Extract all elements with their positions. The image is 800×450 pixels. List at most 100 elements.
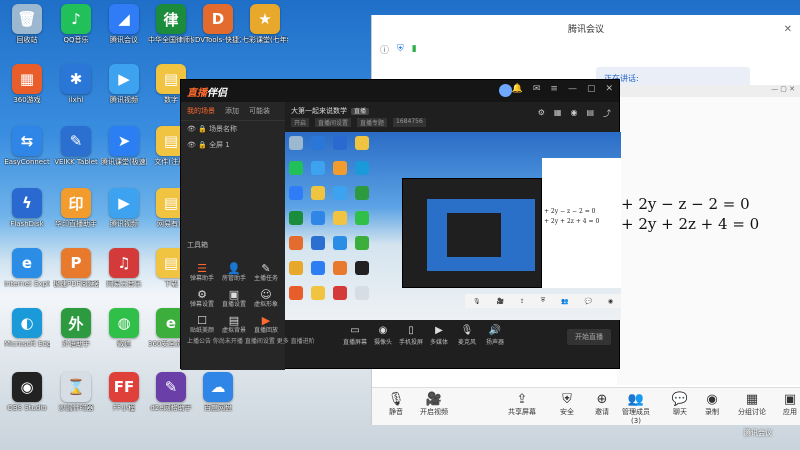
desktop-icon[interactable]: ▶ 腾讯视频 bbox=[101, 188, 147, 228]
toolbar-icon: ▣ bbox=[783, 392, 797, 407]
toolbox-item[interactable]: ▶ 直播回放 bbox=[251, 314, 281, 335]
minimize-icon[interactable]: — bbox=[568, 84, 577, 94]
preview-meeting-toolbar: 🎙 🎥 ⇪ ⛨ 👥 💬 ◉ bbox=[465, 294, 621, 308]
desktop-icon[interactable]: 外外语助手 bbox=[53, 308, 99, 348]
close-icon[interactable]: ✕ bbox=[605, 84, 613, 94]
meeting-toolbar-button[interactable]: 👥 管理成员(3) bbox=[618, 392, 654, 426]
source-icon: 🎙 bbox=[460, 324, 474, 336]
meeting-toolbar-button[interactable]: ▣ 应用 bbox=[772, 392, 800, 417]
source-icon: ◉ bbox=[378, 324, 388, 336]
toolbox-item[interactable]: 👤 房管助手 bbox=[219, 262, 249, 283]
desktop-icon-label: 腾讯会议 bbox=[110, 36, 138, 44]
desktop-icon-label: 360游戏 bbox=[13, 96, 41, 104]
preview-app-icon bbox=[289, 236, 303, 250]
toolbox-item[interactable]: ▣ 直播设置 bbox=[219, 288, 249, 309]
desktop-icon[interactable]: ▶ 腾讯视频 bbox=[101, 64, 147, 104]
desktop-icon-label: 腾讯视频 bbox=[110, 96, 138, 104]
menu-icon[interactable]: ≡ bbox=[550, 84, 558, 94]
desktop-icon[interactable]: ✎ d2e网格助手 bbox=[148, 372, 194, 412]
desktop-icon[interactable]: ➤ 腾讯课堂(极速版) bbox=[101, 126, 147, 166]
grid-icon[interactable]: ▤ bbox=[586, 108, 594, 119]
toolbox-item[interactable]: ☰ 弹幕助手 bbox=[187, 262, 217, 283]
meeting-toolbar-button[interactable]: ⇪ 共享屏幕 bbox=[504, 392, 540, 417]
app-icon: ◍ bbox=[109, 308, 139, 338]
desktop-icon[interactable]: e Internet Explorer bbox=[4, 248, 50, 288]
desktop-icon[interactable]: ◍ 微信 bbox=[101, 308, 147, 348]
tab-add[interactable]: 添加 bbox=[225, 106, 239, 116]
meeting-toolbar-button[interactable]: 🎙 静音 bbox=[378, 392, 414, 417]
share-icon[interactable]: ⤴ bbox=[603, 108, 611, 119]
record-icon[interactable]: ◉ bbox=[570, 108, 577, 119]
desktop-icon-label: DVTools-快捷方式 bbox=[195, 36, 241, 44]
preview-app-icon bbox=[355, 161, 369, 175]
bell-icon[interactable]: 🔔 bbox=[512, 84, 523, 94]
toolbox-icon: ▣ bbox=[228, 288, 240, 301]
meeting-toolbar-button[interactable]: 🎥 开启视频 bbox=[416, 392, 452, 417]
meeting-toolbar-button[interactable]: ⛨ 安全 bbox=[549, 392, 585, 417]
maximize-icon[interactable]: ▢ bbox=[587, 84, 596, 94]
record-icon: ◉ bbox=[607, 297, 614, 305]
live-streaming-window[interactable]: 直播伴侣 🔔 ✉ ≡ — ▢ ✕ 我的场景 添加 可能装 👁 🔒 场景名称 👁 … bbox=[180, 79, 621, 370]
toolbar-label: 开启视频 bbox=[420, 408, 448, 416]
layout-icon[interactable]: ▦ bbox=[554, 108, 562, 119]
meeting-toolbar-button[interactable]: ◉ 录制 bbox=[694, 392, 730, 417]
desktop-icon[interactable]: FF FF小程 bbox=[101, 372, 147, 412]
desktop-icon[interactable]: 律中华全国律师协会网上培训平台 bbox=[148, 4, 194, 44]
desktop-icon[interactable]: D DVTools-快捷方式 bbox=[195, 4, 241, 44]
desktop-icon[interactable]: ☁ 百度网盘 bbox=[195, 372, 241, 412]
room-sub-item[interactable]: 直播间设置 bbox=[315, 118, 352, 127]
desktop-icon[interactable]: ◢ 腾讯会议 bbox=[101, 4, 147, 44]
tab-other[interactable]: 可能装 bbox=[249, 106, 270, 116]
toolbar-label: 安全 bbox=[560, 408, 574, 416]
desktop-icon[interactable]: ◉ OBS Studio bbox=[4, 372, 50, 412]
meeting-toolbar-button[interactable]: 💬 聊天 bbox=[662, 392, 698, 417]
toolbox-label: 直播回放 bbox=[253, 327, 278, 334]
toolbox-item[interactable]: ☐ 贴纸美颜 bbox=[187, 314, 217, 335]
desktop-icon[interactable]: ✎ VEIKK Tablet bbox=[53, 126, 99, 166]
room-sub-item[interactable]: 开启 bbox=[291, 118, 310, 127]
toolbox-item[interactable]: ✎ 主播任务 bbox=[251, 262, 281, 283]
avatar[interactable] bbox=[499, 84, 512, 97]
preview-app-icon bbox=[333, 161, 347, 175]
app-icon: ✎ bbox=[61, 126, 91, 156]
desktop-icon[interactable]: ⌛ 沙漏计时器 bbox=[53, 372, 99, 412]
tab-my-scenes[interactable]: 我的场景 bbox=[187, 106, 215, 116]
desktop-icon[interactable]: ⇆ EasyConnect bbox=[4, 126, 50, 166]
desktop-icon[interactable]: ★ 七彩课堂(七年级下) bbox=[242, 4, 288, 44]
toolbox-item[interactable]: ⚙ 弹幕设置 bbox=[187, 288, 217, 309]
desktop-icon-label: 极速PDF阅读器 bbox=[53, 280, 99, 288]
desktop-icon-label: ilxhl bbox=[68, 96, 84, 104]
toolbar-label: 管理成员(3) bbox=[622, 408, 650, 425]
settings-icon[interactable]: ⚙ bbox=[538, 108, 545, 119]
desktop-icon-label: 七彩课堂(七年级下) bbox=[242, 36, 288, 44]
app-icon: ➤ bbox=[109, 126, 139, 156]
app-icon: FF bbox=[109, 372, 139, 402]
shield-icon[interactable]: ⛨ bbox=[397, 44, 404, 54]
desktop-icon[interactable]: ✱ ilxhl bbox=[53, 64, 99, 104]
preview-nested-window-2 bbox=[427, 199, 535, 271]
toolbox-icon: ☰ bbox=[197, 262, 207, 275]
desktop-icon[interactable]: ϟ FlashDisk bbox=[4, 188, 50, 228]
scene-item[interactable]: 👁 🔒 场景名称 bbox=[181, 121, 285, 137]
desktop-icon[interactable]: ♫ 网易云音乐 bbox=[101, 248, 147, 288]
desktop-icon[interactable]: ▦ 360游戏 bbox=[4, 64, 50, 104]
desktop-icon[interactable]: ◐ Microsoft Edge bbox=[4, 308, 50, 348]
toolbar-label: 静音 bbox=[389, 408, 403, 416]
toolbar-icon: ⇪ bbox=[516, 392, 528, 407]
desktop-icon[interactable]: 印华印直播助手 bbox=[53, 188, 99, 228]
preview-app-icon bbox=[289, 211, 303, 225]
desktop-icon[interactable]: 🗑 回收站 bbox=[4, 4, 50, 44]
preview-app-icon bbox=[333, 186, 347, 200]
meeting-toolbar-button[interactable]: ⊕ 邀请 bbox=[584, 392, 620, 417]
meeting-info-bar: ⓘ ⛨ ▮ bbox=[372, 37, 800, 61]
info-icon[interactable]: ⓘ bbox=[380, 43, 389, 56]
live-preview[interactable]: + 2y − z − 2 = 0 + 2y + 2z + 4 = 0 🎙 🎥 ⇪… bbox=[285, 132, 621, 320]
mail-icon[interactable]: ✉ bbox=[533, 84, 541, 94]
toolbox-item[interactable]: ▤ 虚拟背景 bbox=[219, 314, 249, 335]
desktop-icon[interactable]: ♪ QQ音乐 bbox=[53, 4, 99, 44]
meeting-toolbar-button[interactable]: ▦ 分组讨论 bbox=[734, 392, 770, 417]
toolbox-item[interactable]: ☺ 虚拟形象 bbox=[251, 288, 281, 309]
scene-item[interactable]: 👁 🔒 全屏 1 bbox=[181, 137, 285, 153]
desktop-icon[interactable]: P 极速PDF阅读器 bbox=[53, 248, 99, 288]
preview-nested-window-3 bbox=[447, 213, 501, 257]
